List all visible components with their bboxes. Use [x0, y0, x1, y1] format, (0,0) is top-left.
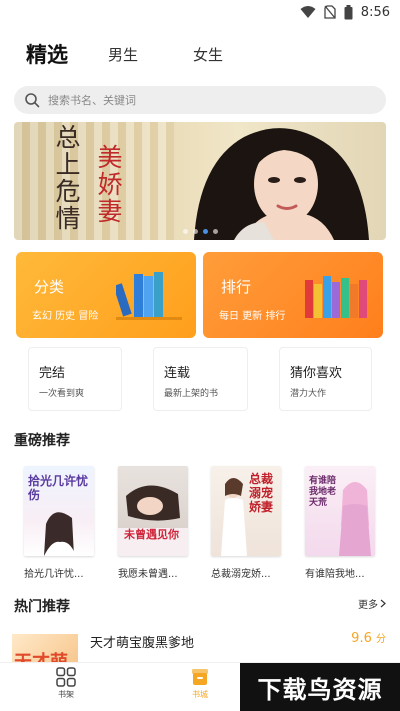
hot-item-title: 天才萌宝腹黑爹地: [90, 636, 195, 651]
book-title: 拾光几许忧...: [24, 569, 84, 580]
serial-box-title: 连载: [164, 366, 191, 381]
grid-icon: [56, 667, 76, 687]
nav-bookstore-label: 书城: [192, 690, 208, 699]
featured-section-title: 重磅推荐: [14, 433, 70, 449]
more-link[interactable]: 更多: [358, 596, 386, 611]
finished-box-title: 完结: [39, 366, 66, 381]
search-placeholder: 搜索书名、关键词: [48, 94, 136, 107]
search-icon: [25, 93, 40, 108]
tab-female[interactable]: 女生: [193, 34, 223, 74]
cover-title: 拾光几许忧伤: [28, 474, 89, 502]
hot-section-title: 热门推荐: [14, 599, 70, 615]
carousel-dot[interactable]: [212, 229, 218, 234]
finished-box[interactable]: 完结 一次看到爽: [28, 347, 122, 411]
book-cover[interactable]: 拾光几许忧伤: [24, 466, 94, 556]
battery-icon: [344, 4, 353, 19]
book-cover[interactable]: 总裁溺宠娇妻: [211, 466, 281, 556]
carousel-indicator: [14, 229, 386, 234]
status-bar: 8:56: [0, 0, 400, 24]
book-title: 有谁陪我地...: [305, 569, 365, 580]
book-cover[interactable]: 未曾遇见你: [118, 466, 188, 556]
banner-title-line2: 美娇妻: [94, 144, 123, 225]
book-title: 总裁溺宠娇...: [211, 569, 271, 580]
ranking-card[interactable]: 排行 每日 更新 排行: [203, 252, 383, 338]
carousel-dot[interactable]: [192, 229, 198, 234]
nav-bookstore[interactable]: 书城: [170, 667, 230, 700]
book-item[interactable]: 拾光几许忧伤 拾光几许忧...: [24, 466, 94, 580]
guess-box-subtitle: 潜力大作: [290, 389, 327, 399]
tab-male[interactable]: 男生: [108, 34, 138, 74]
nav-bookshelf[interactable]: 书架: [36, 667, 96, 700]
carousel-dot[interactable]: [182, 229, 188, 234]
carousel-dot-active[interactable]: [202, 229, 208, 234]
serial-box-subtitle: 最新上架的书: [164, 389, 219, 399]
watermark-logo: 下载鸟资源: [240, 663, 400, 711]
ranking-card-title: 排行: [221, 278, 252, 296]
banner-title-line1: 总上危情: [52, 124, 81, 232]
category-card-title: 分类: [34, 278, 65, 296]
store-icon: [192, 669, 208, 685]
finished-box-subtitle: 一次看到爽: [39, 389, 85, 399]
no-sim-icon: [324, 5, 336, 19]
guess-box-title: 猜你喜欢: [290, 366, 343, 381]
wifi-icon: [300, 6, 316, 18]
banner-portrait-image: [194, 128, 369, 240]
category-card[interactable]: 分类 玄幻 历史 冒险: [16, 252, 196, 338]
book-item[interactable]: 总裁溺宠娇妻 总裁溺宠娇...: [211, 466, 281, 580]
status-time: 8:56: [360, 4, 390, 20]
books-stack-icon: [116, 272, 182, 320]
search-input[interactable]: 搜索书名、关键词: [14, 86, 386, 114]
serial-box[interactable]: 连载 最新上架的书: [153, 347, 248, 411]
book-cover[interactable]: 有谁陪我地老天荒: [305, 466, 375, 556]
cover-art: [118, 485, 188, 556]
book-item[interactable]: 有谁陪我地老天荒 有谁陪我地...: [305, 466, 375, 580]
colored-books-icon: [305, 276, 367, 318]
tab-featured[interactable]: 精选: [26, 34, 68, 74]
more-label: 更多: [358, 600, 378, 611]
score-value: 9.6: [351, 631, 372, 646]
nav-bookshelf-label: 书架: [58, 690, 74, 699]
banner-carousel[interactable]: 总上危情 美娇妻: [14, 122, 386, 240]
category-card-subtitle: 玄幻 历史 冒险: [32, 311, 99, 322]
top-tabs: 精选 男生 女生: [0, 34, 400, 74]
book-item[interactable]: 未曾遇见你 我愿未曾遇...: [118, 466, 188, 580]
cover-title: 总裁溺宠娇妻: [249, 472, 274, 514]
ranking-card-subtitle: 每日 更新 排行: [219, 311, 286, 322]
cover-title: 有谁陪我地老天荒: [309, 476, 337, 508]
cover-title: 未曾遇见你: [124, 528, 179, 541]
book-title: 我愿未曾遇...: [118, 569, 178, 580]
hot-item-score: 9.6 分: [351, 630, 386, 646]
chevron-right-icon: [380, 599, 386, 608]
score-unit: 分: [376, 634, 386, 645]
guess-box[interactable]: 猜你喜欢 潜力大作: [279, 347, 372, 411]
